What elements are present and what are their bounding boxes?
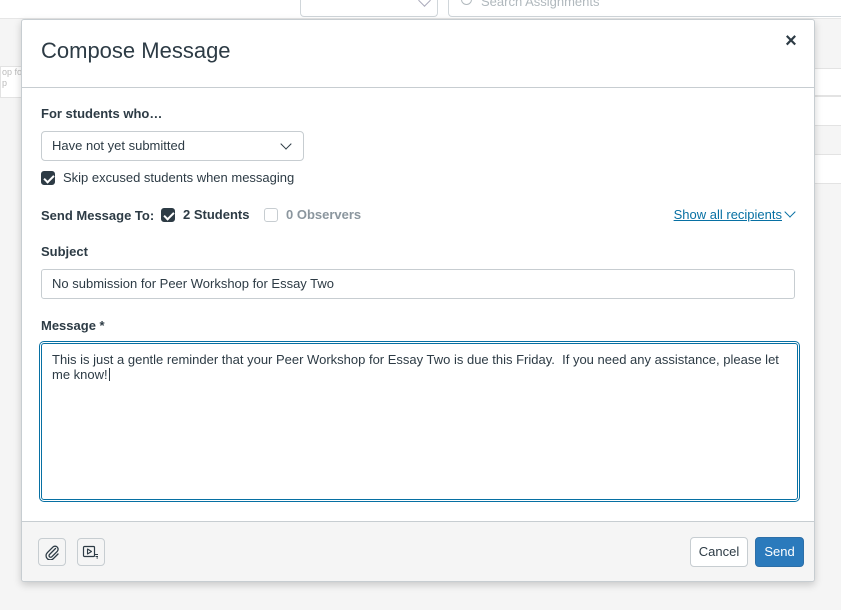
message-text: This is just a gentle reminder that your… [52, 352, 783, 382]
chevron-down-icon [280, 138, 292, 150]
send-to-label: Send Message To: [41, 208, 155, 223]
checkmark-icon [163, 209, 175, 221]
search-icon [461, 0, 472, 5]
subject-input[interactable]: No submission for Peer Workshop for Essa… [41, 269, 795, 299]
attach-file-button[interactable] [38, 538, 66, 566]
student-filter-select[interactable]: Have not yet submitted [41, 131, 304, 161]
show-all-recipients-link[interactable]: Show all recipients [673, 206, 796, 222]
background-row [814, 154, 841, 184]
student-filter-value: Have not yet submitted [52, 138, 185, 153]
modal-footer: Cancel Send [22, 521, 814, 581]
chevron-down-icon [418, 0, 431, 7]
background-row [814, 96, 841, 126]
background-search-input[interactable]: Search Assignments [448, 0, 841, 17]
compose-message-modal: Compose Message × For students who… Have… [21, 19, 815, 582]
background-row [814, 68, 841, 96]
close-button[interactable]: × [780, 30, 802, 52]
students-label[interactable]: 2 Students [183, 207, 249, 222]
checkmark-icon [43, 172, 55, 184]
modal-title: Compose Message [41, 38, 231, 63]
modal-header: Compose Message × [22, 20, 814, 88]
observers-label[interactable]: 0 Observers [286, 207, 361, 222]
filter-label: For students who… [41, 106, 163, 121]
message-textarea[interactable]: This is just a gentle reminder that your… [41, 343, 798, 500]
chevron-down-icon [784, 206, 796, 218]
search-placeholder: Search Assignments [481, 0, 600, 9]
show-all-recipients-label: Show all recipients [673, 207, 782, 222]
skip-excused-label[interactable]: Skip excused students when messaging [63, 170, 294, 185]
send-button[interactable]: Send [755, 537, 804, 567]
text-cursor [108, 368, 110, 381]
background-filter-select[interactable] [300, 0, 438, 17]
cancel-button[interactable]: Cancel [690, 537, 748, 567]
message-label: Message * [41, 318, 105, 333]
subject-label: Subject [41, 244, 88, 259]
record-media-button[interactable] [77, 538, 105, 566]
media-record-icon [82, 545, 98, 559]
skip-excused-checkbox[interactable] [41, 171, 55, 185]
paperclip-icon [45, 545, 59, 560]
students-checkbox[interactable] [161, 208, 175, 222]
observers-checkbox[interactable] [264, 208, 278, 222]
